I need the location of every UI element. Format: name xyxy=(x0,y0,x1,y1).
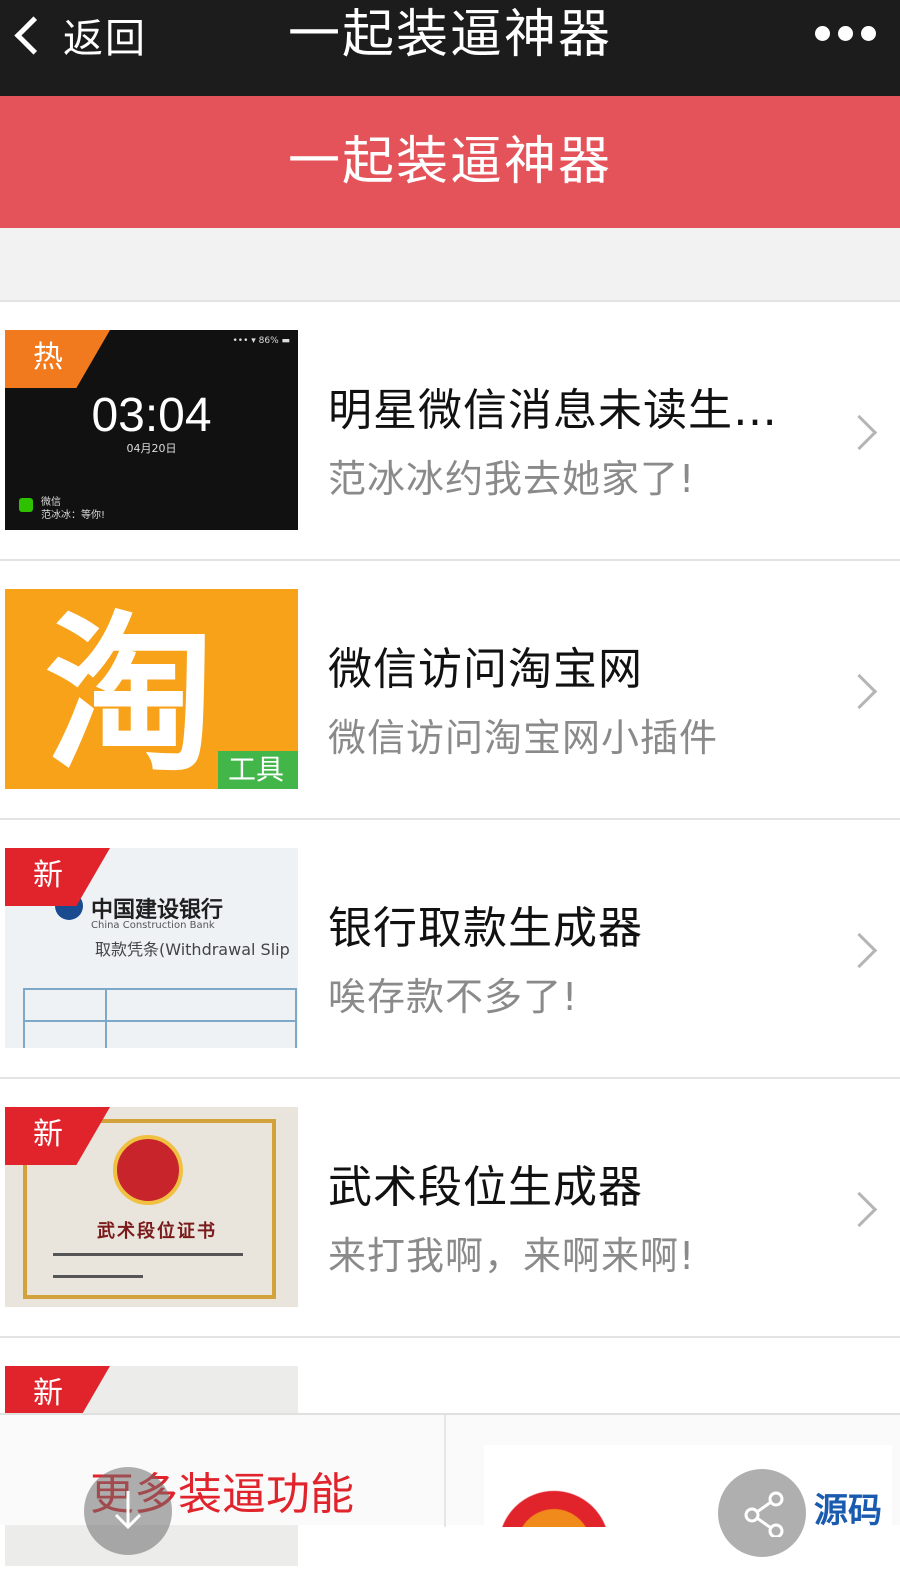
lock-time: 03:04 xyxy=(91,389,212,442)
item-title: 明星微信消息未读生… xyxy=(328,385,778,436)
flame-logo-icon xyxy=(494,1465,644,1527)
slip-form-grid xyxy=(23,988,297,1048)
list-item-martial-arts[interactable]: 武术段位证书 新 武术段位生成器 来打我啊，来啊来啊! xyxy=(0,1077,900,1336)
feature-list: ••• ▾ 86% ▬ 03:04 04月20日 微信 范冰冰：等你! 热 明星… xyxy=(0,300,900,1595)
more-dots-icon xyxy=(815,26,830,41)
item-thumbnail: 武术段位证书 新 xyxy=(5,1107,298,1307)
status-bar-text: ••• ▾ 86% ▬ xyxy=(232,336,290,346)
arrow-down-icon xyxy=(114,1491,142,1530)
taobao-glyph: 淘 xyxy=(45,597,216,789)
ad-banner[interactable]: 源码 xyxy=(484,1445,892,1527)
chevron-right-icon xyxy=(841,414,878,451)
item-subtitle: 范冰冰约我去她家了! xyxy=(328,457,696,501)
spacer xyxy=(0,228,900,300)
wechat-icon xyxy=(19,498,33,512)
chevron-right-icon xyxy=(841,932,878,969)
certificate-line xyxy=(53,1253,243,1256)
item-thumbnail: 中国建设银行 China Construction Bank 取款凭条(With… xyxy=(5,848,298,1048)
footer-divider xyxy=(444,1415,446,1527)
more-features-button[interactable]: 更多装逼功能 xyxy=(0,1415,444,1527)
notification-message: 范冰冰：等你! xyxy=(41,510,106,521)
list-item-bank-slip[interactable]: 中国建设银行 China Construction Bank 取款凭条(With… xyxy=(0,818,900,1077)
notification-app: 微信 xyxy=(41,497,61,508)
certificate-title: 武术段位证书 xyxy=(97,1221,217,1242)
more-dots-icon xyxy=(861,26,876,41)
more-dots-icon xyxy=(838,26,853,41)
bank-name-en: China Construction Bank xyxy=(91,920,215,931)
item-subtitle: 微信访问淘宝网小插件 xyxy=(328,716,719,760)
list-item-taobao[interactable]: 淘 工具 微信访问淘宝网 微信访问淘宝网小插件 xyxy=(0,559,900,818)
slip-title: 取款凭条(Withdrawal Slip xyxy=(95,940,290,959)
chevron-right-icon xyxy=(841,1191,878,1228)
seal-icon xyxy=(113,1135,183,1205)
page-banner: 一起装逼神器 xyxy=(0,96,900,228)
item-thumbnail: ••• ▾ 86% ▬ 03:04 04月20日 微信 范冰冰：等你! 热 xyxy=(5,330,298,530)
item-title: 武术段位生成器 xyxy=(328,1162,643,1213)
ad-text: 源码 xyxy=(814,1491,882,1527)
tool-badge: 工具 xyxy=(218,751,298,789)
chevron-right-icon xyxy=(841,673,878,710)
nav-title: 一起装逼神器 xyxy=(287,5,612,65)
top-nav-bar: 返回 一起装逼神器 xyxy=(0,0,900,96)
item-subtitle: 来打我啊，来啊来啊! xyxy=(328,1234,696,1278)
item-subtitle: 唉存款不多了! xyxy=(328,975,579,1019)
lock-date: 04月20日 xyxy=(126,442,177,455)
more-menu-button[interactable] xyxy=(815,22,876,46)
item-title: 微信访问淘宝网 xyxy=(328,644,643,695)
item-thumbnail: 淘 工具 xyxy=(5,589,298,789)
certificate-line xyxy=(53,1275,143,1278)
share-icon xyxy=(744,1491,784,1537)
share-button[interactable] xyxy=(718,1469,806,1557)
download-button[interactable] xyxy=(84,1467,172,1555)
list-item-star-message[interactable]: ••• ▾ 86% ▬ 03:04 04月20日 微信 范冰冰：等你! 热 明星… xyxy=(0,300,900,559)
notification-text: 微信 范冰冰：等你! xyxy=(41,496,105,522)
item-title: 银行取款生成器 xyxy=(328,903,643,954)
